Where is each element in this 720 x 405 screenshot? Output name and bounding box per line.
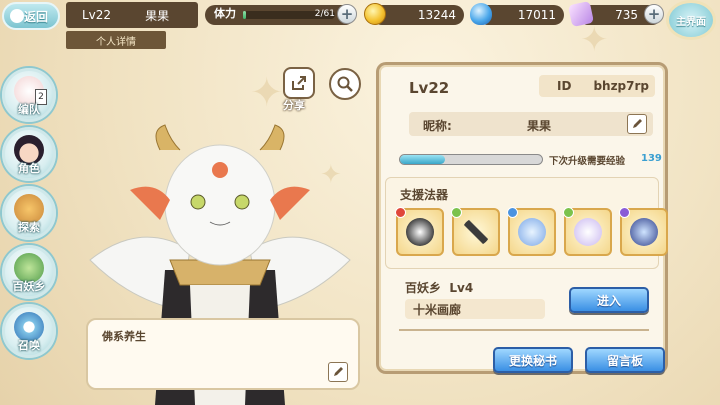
gem-icon	[470, 3, 492, 25]
back-arrow-icon	[10, 9, 24, 23]
nav-summon[interactable]: 召唤	[2, 304, 56, 358]
edit-nickname-button[interactable]	[627, 114, 647, 134]
top-bar: 返回 Lv22 果果 体力 2/61 + 13244 17011 735 + 主…	[0, 0, 720, 40]
support-artifacts-section: 支援法器	[385, 177, 668, 269]
share-button[interactable]	[283, 67, 315, 99]
water-element-icon	[507, 207, 518, 218]
ticket-icon	[567, 0, 595, 28]
sword-shield-icon	[630, 218, 658, 246]
search-button[interactable]	[329, 68, 361, 100]
wind-element-icon	[451, 207, 462, 218]
fire-element-icon	[395, 207, 406, 218]
share-icon	[292, 76, 306, 90]
main-screen-button[interactable]: 主界面	[666, 0, 716, 40]
add-stamina-button[interactable]: +	[337, 4, 357, 24]
pencil-icon	[633, 119, 642, 128]
profile-level: Lv22	[409, 79, 450, 97]
stamina-value: 2/61	[314, 9, 335, 19]
support-title: 支援法器	[400, 188, 449, 202]
bell-helmet-icon	[406, 218, 434, 246]
nav-formation[interactable]: 2 编队	[2, 68, 56, 122]
coin-icon	[364, 3, 386, 25]
artifact-slot[interactable]	[563, 207, 612, 256]
xp-progress-bar	[399, 154, 543, 165]
player-id: bhzp7rp	[593, 79, 650, 93]
xp-label: 下次升级需要经验	[549, 156, 626, 167]
nav-demon-village[interactable]: 百妖乡	[2, 245, 56, 299]
change-secretary-button[interactable]: 更换秘书	[493, 347, 573, 373]
player-level: Lv22	[82, 8, 112, 22]
pencil-icon	[334, 367, 343, 376]
nav-characters[interactable]: 角色	[2, 127, 56, 181]
xp-fill	[400, 155, 446, 164]
search-icon	[337, 76, 353, 92]
coin-counter: 13244	[364, 3, 464, 25]
potion-bottles-icon	[518, 218, 546, 246]
player-name: 果果	[145, 8, 170, 23]
stamina-label: 体力	[214, 7, 236, 20]
message-board-button[interactable]: 留言板	[585, 347, 665, 373]
dark-element-icon	[619, 207, 630, 218]
ticket-counter: 735 +	[567, 0, 664, 28]
profile-panel: Lv22 ID bhzp7rp 昵称: 果果 下次升级需要经验 139 支援法器	[376, 62, 668, 374]
gem-counter: 17011	[470, 3, 564, 25]
wind-element-icon	[563, 207, 574, 218]
player-level-panel: Lv22 果果	[66, 2, 198, 28]
bow-arrow-icon	[462, 218, 490, 246]
village-place-name: 十米画廊	[405, 299, 545, 319]
edit-signature-button[interactable]	[328, 362, 348, 382]
enter-village-button[interactable]: 进入	[569, 287, 649, 313]
nickname-box: 昵称: 果果	[409, 112, 653, 136]
signature-speech-box: 佛系养生	[86, 318, 360, 390]
nav-explore[interactable]: 探索	[2, 186, 56, 240]
crystal-orb-icon	[574, 218, 602, 246]
stamina-fill	[243, 11, 246, 19]
village-info: 百妖乡 Lv4	[405, 281, 474, 295]
artifact-slot[interactable]	[507, 207, 556, 256]
village-level: Lv4	[449, 281, 474, 295]
stamina-counter: 体力 2/61 +	[205, 4, 357, 25]
add-ticket-button[interactable]: +	[644, 4, 664, 24]
tab-personal-details[interactable]: 个人详情	[66, 31, 166, 49]
signature-text: 佛系养生	[102, 330, 146, 343]
player-id-box: ID bhzp7rp	[539, 75, 655, 97]
artifact-slot[interactable]	[619, 207, 668, 256]
back-button[interactable]: 返回	[2, 2, 60, 30]
xp-needed: 139	[641, 153, 662, 164]
nickname-value: 果果	[527, 119, 552, 133]
artifact-slot[interactable]	[395, 207, 444, 256]
divider	[399, 329, 649, 331]
artifact-slot[interactable]	[451, 207, 500, 256]
